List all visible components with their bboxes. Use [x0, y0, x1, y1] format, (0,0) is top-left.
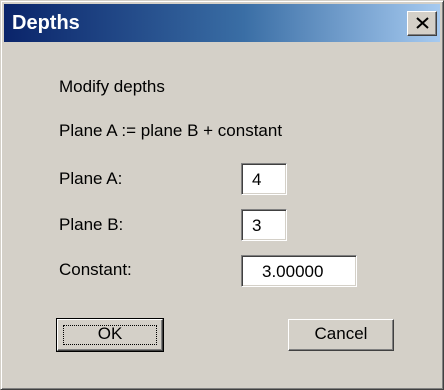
ok-button[interactable]: OK	[56, 318, 164, 352]
close-button[interactable]	[407, 11, 437, 36]
plane-b-label: Plane B:	[59, 215, 124, 234]
constant-label: Constant:	[59, 260, 132, 279]
window-title: Depths	[12, 12, 80, 34]
plane-a-label: Plane A:	[59, 169, 123, 188]
title-bar[interactable]: Depths	[4, 4, 440, 42]
plane-b-value: 3	[252, 216, 262, 235]
focus-indicator	[63, 325, 157, 345]
cancel-button-label: Cancel	[314, 324, 368, 343]
dialog-heading: Modify depths	[59, 77, 165, 96]
depths-dialog: Depths Modify depths Plane A := plane B …	[0, 0, 444, 390]
cancel-button[interactable]: Cancel	[288, 319, 394, 351]
formula-text: Plane A := plane B + constant	[59, 121, 283, 140]
plane-a-field[interactable]: 4	[241, 163, 287, 195]
constant-field[interactable]: 3.00000	[241, 255, 357, 287]
close-icon	[416, 17, 429, 29]
constant-value: 3.00000	[262, 262, 324, 281]
plane-b-field[interactable]: 3	[241, 209, 287, 241]
plane-a-value: 4	[252, 170, 262, 189]
